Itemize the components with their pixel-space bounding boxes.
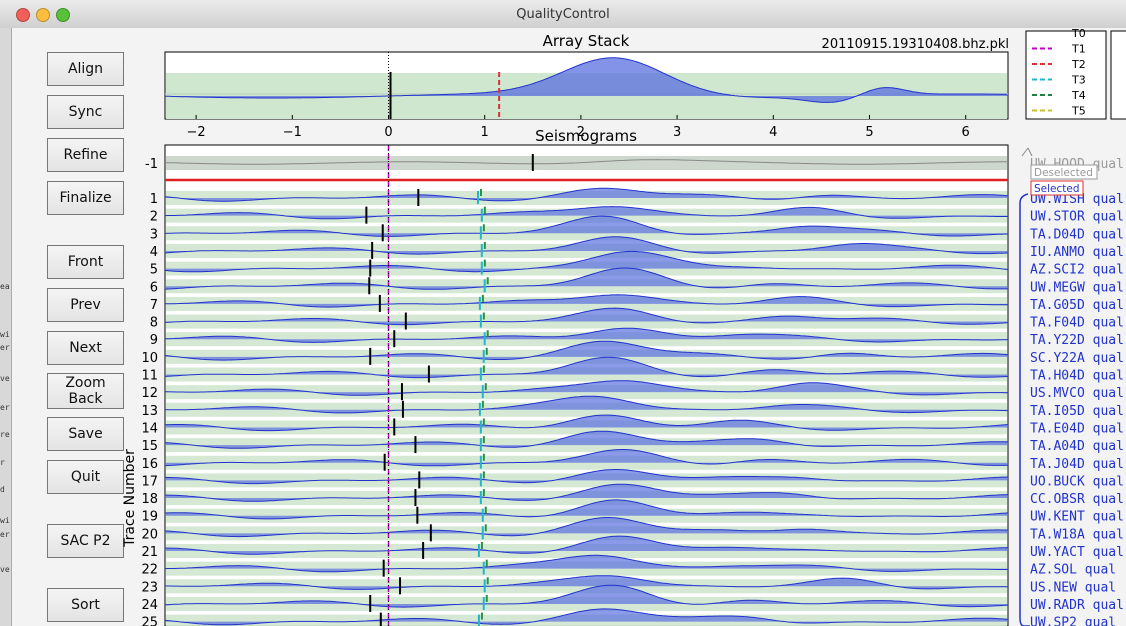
trace-number: -1 [145, 157, 158, 172]
seismograms-title: Seismograms [535, 127, 637, 145]
trace-station-label: US.MVCO qual [1030, 386, 1124, 401]
trace-station-label: UO.BUCK qual [1030, 474, 1124, 489]
trace-number: 1 [150, 192, 158, 207]
stack-x-tick-label: 6 [962, 125, 970, 140]
trace-station-label: AZ.SCI2 qual [1030, 263, 1124, 278]
trace-station-label: UW.STOR qual [1030, 210, 1124, 225]
window-titlebar: QualityControl [0, 0, 1126, 29]
trace-station-label: UW.SP2 qual [1030, 616, 1116, 626]
background-text-fragment: ea [0, 282, 10, 291]
stack-x-tick-label: 3 [673, 125, 681, 140]
selected-bracket [1019, 193, 1030, 626]
trace-number: 3 [150, 227, 158, 242]
stack-x-tick-label: 0 [384, 125, 392, 140]
trace-station-label: UW.MEGW qual [1030, 280, 1124, 295]
deselected-legend-label: Deselected [1034, 167, 1093, 179]
trace-station-label: AZ.SOL qual [1030, 563, 1116, 578]
trace-number: 24 [141, 598, 158, 613]
trace-station-label: TA.H04D qual [1030, 369, 1124, 384]
legend-label: T0 [1071, 28, 1086, 40]
legend-label: T1 [1071, 43, 1086, 56]
background-text-fragment: wi [0, 330, 10, 339]
trace-number: 6 [150, 280, 158, 295]
trace-number: 8 [150, 316, 158, 331]
trace-number: 14 [141, 421, 158, 436]
trace-number: 18 [141, 492, 158, 507]
background-text-fragment: d [0, 485, 5, 494]
stack-x-tick-label: −2 [187, 125, 206, 140]
filter-panel [1110, 30, 1126, 120]
trace-station-label: TA.D04D qual [1030, 227, 1124, 242]
figure-canvas: Align Sync Refine Finalize Front Prev Ne… [11, 28, 1126, 626]
trace-station-label: TA.Y22D qual [1030, 333, 1124, 348]
legend-label: T2 [1071, 58, 1086, 71]
trace-station-label: TA.E04D qual [1030, 421, 1124, 436]
trace-number: 5 [150, 263, 158, 278]
stack-x-tick-label: −1 [283, 125, 302, 140]
trace-number: 9 [150, 333, 158, 348]
trace-band [166, 156, 1007, 170]
trace-station-label: US.NEW qual [1030, 580, 1116, 595]
stack-title: Array Stack [543, 32, 630, 50]
trace-station-label: TA.G05D qual [1030, 298, 1124, 313]
legend-label: T3 [1071, 74, 1086, 87]
selected-legend-label: Selected [1034, 183, 1080, 195]
seismogram-plot[interactable]: Array Stack 20110915.19310408.bhz.pkl −2 −1… [12, 28, 1126, 626]
trace-station-label: UW.KENT qual [1030, 510, 1124, 525]
trace-number: 21 [141, 545, 158, 560]
background-text-fragment: ve [0, 565, 10, 574]
y-axis-label: Trace Number [122, 449, 138, 548]
trace-number: 13 [141, 404, 158, 419]
trace-number: 23 [141, 580, 158, 595]
trace-number: 7 [150, 298, 158, 313]
trace-station-label: IU.ANMO qual [1030, 245, 1124, 260]
trace-number: 11 [141, 369, 158, 384]
background-text-fragment: er [0, 530, 10, 539]
trace-station-label: TA.W18A qual [1030, 527, 1124, 542]
trace-station-label: TA.J04D qual [1030, 457, 1124, 472]
trace-station-label: TA.I05D qual [1030, 404, 1124, 419]
background-text-fragment: wi [0, 516, 10, 525]
trace-number: 19 [141, 510, 158, 525]
trace-number: 22 [141, 563, 158, 578]
trace-number: 12 [141, 386, 158, 401]
trace-station-label: UW.YACT qual [1030, 545, 1124, 560]
background-text-fragment: ve [0, 374, 10, 383]
trace-station-label: CC.OBSR qual [1030, 492, 1124, 507]
trace-number: 15 [141, 439, 158, 454]
trace-number: 2 [150, 210, 158, 225]
trace-station-label: UW.RADR qual [1030, 598, 1124, 613]
stack-x-tick-label: 1 [481, 125, 489, 140]
trace-number: 16 [141, 457, 158, 472]
trace-station-label: SC.Y22A qual [1030, 351, 1124, 366]
legend-label: T4 [1071, 89, 1086, 102]
background-text-fragment: er [0, 343, 10, 352]
background-text-fragment: re [0, 430, 10, 439]
legend-label: T5 [1071, 105, 1086, 118]
window-title: QualityControl [516, 7, 610, 22]
deselected-arrow-icon [1021, 147, 1033, 157]
background-text-fragment: er [0, 403, 10, 412]
trace-station-label: TA.F04D qual [1030, 316, 1124, 331]
stack-filename: 20110915.19310408.bhz.pkl [822, 37, 1009, 52]
trace-number: 20 [141, 527, 158, 542]
background-text-fragment: r [0, 458, 5, 467]
stack-x-tick-label: 5 [865, 125, 873, 140]
marker-legend [1025, 30, 1107, 120]
stack-x-tick-label: 4 [769, 125, 777, 140]
trace-number: 10 [141, 351, 158, 366]
background-window-strip: ea wi er ve er re r d wi er ve [0, 28, 11, 626]
trace-station-label: TA.A04D qual [1030, 439, 1124, 454]
trace-number: 25 [141, 616, 158, 626]
trace-number: 17 [141, 474, 158, 489]
trace-number: 4 [150, 245, 158, 260]
